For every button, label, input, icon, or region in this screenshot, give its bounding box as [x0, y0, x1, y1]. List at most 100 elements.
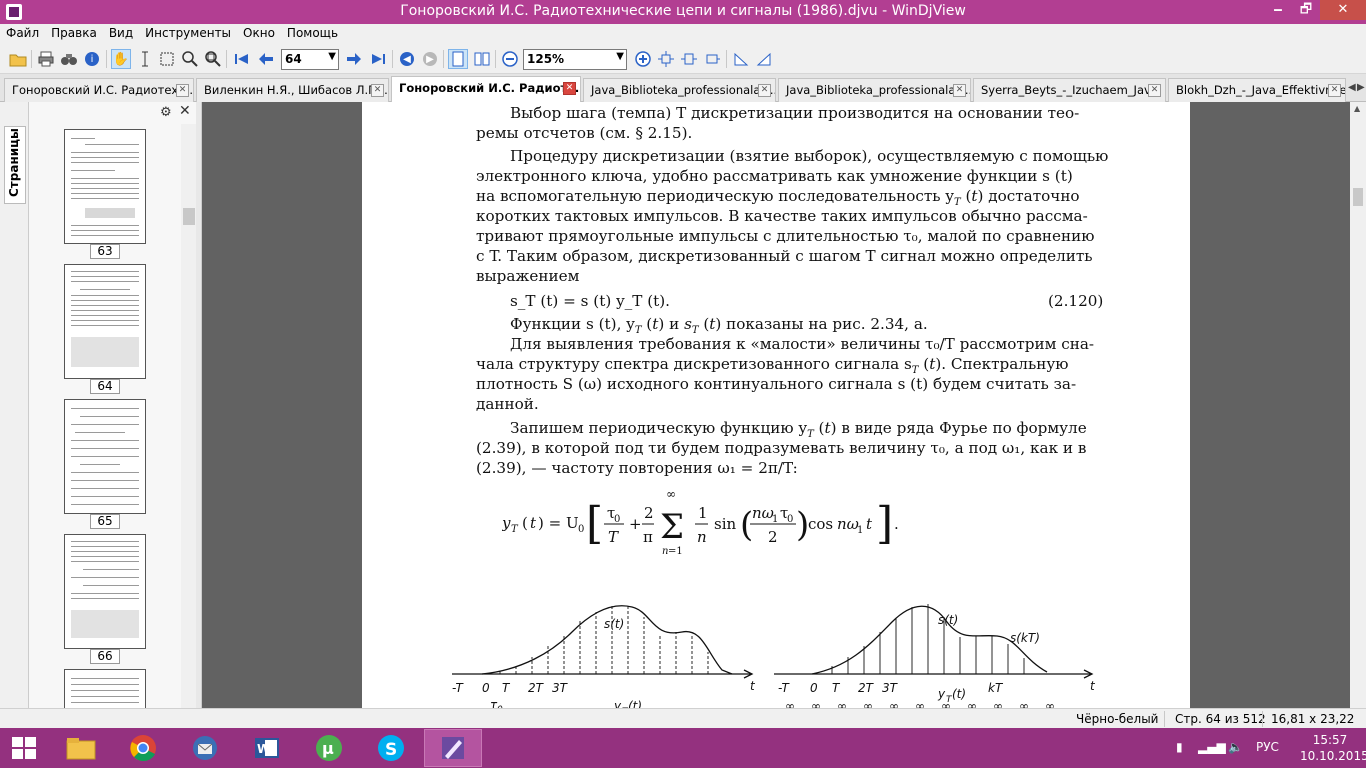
document-scrollbar[interactable]: ▲ — [1350, 102, 1366, 708]
prev-page-icon[interactable] — [256, 49, 276, 69]
tab-gonorovsky-1[interactable]: Гоноровский И.С. Радиотехн... ✕ — [4, 78, 194, 102]
thumbnail-page-63[interactable] — [64, 129, 146, 244]
close-tab-icon[interactable]: ✕ — [758, 84, 771, 97]
print-icon[interactable] — [36, 49, 56, 69]
menu-file[interactable]: Файл — [0, 24, 45, 44]
chevron-down-icon[interactable]: ▼ — [328, 51, 336, 62]
zoom-rect-icon[interactable] — [203, 49, 223, 69]
rotate-left-icon[interactable] — [731, 49, 751, 69]
text-line: ремы отсчетов (см. § 2.15). — [476, 124, 693, 142]
actual-size-icon[interactable] — [702, 49, 722, 69]
close-tab-icon[interactable]: ✕ — [371, 84, 384, 97]
close-button[interactable]: ✕ — [1320, 0, 1366, 20]
chevron-down-icon[interactable]: ▼ — [616, 51, 624, 62]
single-page-icon[interactable] — [448, 49, 468, 69]
svg-text:∞: ∞ — [1019, 699, 1029, 708]
equation-number: (2.120) — [1048, 292, 1104, 310]
utorrent-icon[interactable]: µ — [300, 729, 358, 767]
svg-text:kT: kT — [988, 681, 1004, 695]
thumbnail-page-number: 65 — [90, 514, 120, 529]
zoom-combo[interactable]: 125% ▼ — [523, 49, 627, 70]
back-icon[interactable]: ◀ — [397, 49, 417, 69]
maximize-button[interactable]: 🗗 — [1292, 0, 1320, 20]
text-line-part: Запишем периодическую функцию y — [510, 419, 808, 437]
close-tab-icon[interactable]: ✕ — [1148, 84, 1161, 97]
scrollbar-thumb[interactable] — [1353, 188, 1363, 206]
close-tab-icon[interactable]: ✕ — [953, 84, 966, 97]
find-binoculars-icon[interactable] — [59, 49, 79, 69]
fit-page-icon[interactable] — [656, 49, 676, 69]
document-viewer[interactable]: Выбор шага (темпа) T дискретизации произ… — [202, 102, 1350, 708]
clock-date: 10.10.2015 — [1300, 749, 1366, 763]
volume-icon[interactable]: 🔈 — [1228, 740, 1243, 754]
tab-scroll-right-icon[interactable]: ▶ — [1357, 82, 1365, 93]
text-line-part: чала структуру спектра дискретизованного… — [476, 355, 912, 373]
battery-icon[interactable]: ▮ — [1176, 740, 1183, 754]
scrollbar-thumb[interactable] — [183, 208, 195, 225]
menu-tools[interactable]: Инструменты — [139, 24, 237, 44]
file-explorer-icon[interactable] — [52, 729, 110, 767]
windjview-taskbar-icon[interactable] — [424, 729, 482, 767]
menu-edit[interactable]: Правка — [45, 24, 103, 44]
info-icon[interactable]: i — [82, 49, 102, 69]
close-tab-icon[interactable]: ✕ — [563, 82, 576, 95]
display-mode-status[interactable]: Чёрно-белый — [1076, 712, 1158, 726]
page-number-input[interactable]: 64 ▼ — [281, 49, 339, 70]
svg-text:2: 2 — [768, 528, 778, 546]
text-line-part: на вспомогательную периодическую последо… — [476, 187, 954, 205]
text-line: коротких тактовых импульсов. В качестве … — [476, 207, 1088, 225]
close-tab-icon[interactable]: ✕ — [176, 84, 189, 97]
thumbnails-panel: ⚙ ✕ 63 64 65 66 — [28, 102, 197, 719]
thumbnail-page-64[interactable] — [64, 264, 146, 379]
svg-text:y: y — [502, 514, 511, 532]
word-icon[interactable]: W — [238, 729, 296, 767]
forward-icon[interactable]: ▶ — [420, 49, 440, 69]
facing-pages-icon[interactable] — [472, 49, 492, 69]
thumbnail-page-66[interactable] — [64, 534, 146, 649]
scroll-up-icon[interactable]: ▲ — [1354, 104, 1360, 113]
text-select-icon[interactable] — [135, 49, 155, 69]
fit-width-icon[interactable] — [679, 49, 699, 69]
open-folder-icon[interactable] — [8, 49, 28, 69]
next-page-icon[interactable] — [344, 49, 364, 69]
thunderbird-icon[interactable] — [176, 729, 234, 767]
svg-text:∞: ∞ — [837, 699, 847, 708]
thumbnail-page-65[interactable] — [64, 399, 146, 514]
pan-hand-icon[interactable]: ✋ — [111, 49, 131, 69]
tab-java-biblioteka-2[interactable]: Java_Biblioteka_professionala_... ✕ — [778, 78, 971, 102]
rotate-right-icon[interactable] — [754, 49, 774, 69]
svg-text:3T: 3T — [882, 681, 899, 695]
text-line: тривают прямоугольные импульсы с длитель… — [476, 227, 1095, 245]
zoom-out-icon[interactable] — [500, 49, 520, 69]
last-page-icon[interactable] — [368, 49, 388, 69]
tab-blokh[interactable]: Blokh_Dzh_-_Java_Effektivnoe... ✕ — [1168, 78, 1346, 102]
tab-vilenkin[interactable]: Виленкин Н.Я., Шибасов Л.П.... ✕ — [196, 78, 389, 102]
svg-text:T: T — [832, 681, 841, 695]
thumbnails-scrollbar[interactable] — [181, 124, 197, 708]
close-tab-icon[interactable]: ✕ — [1328, 84, 1341, 97]
clock[interactable]: 15:57 10.10.2015 — [1300, 732, 1366, 764]
zoom-in-icon[interactable] — [633, 49, 653, 69]
tab-scroll-left-icon[interactable]: ◀ — [1348, 82, 1356, 93]
menu-view[interactable]: Вид — [103, 24, 139, 44]
network-signal-icon[interactable]: ▂▄▆ — [1198, 740, 1226, 754]
svg-text:-T: -T — [452, 681, 464, 695]
menu-window[interactable]: Окно — [237, 24, 281, 44]
figure-ref: рис. 2.34, а. — [832, 315, 928, 333]
tab-java-biblioteka-1[interactable]: Java_Biblioteka_professionala_... ✕ — [583, 78, 776, 102]
windows-start-icon[interactable] — [12, 737, 38, 761]
chrome-icon[interactable] — [114, 729, 172, 767]
menu-help[interactable]: Помощь — [281, 24, 344, 44]
gear-icon[interactable]: ⚙ — [160, 105, 172, 120]
fourier-series-formula: yT (t) = U0 [ τ0 T + 2π ∞ Σ n =1 1n sin (… — [502, 487, 899, 557]
tab-syerra-beyts[interactable]: Syerra_Beyts_-_Izuchaem_Jav... ✕ — [973, 78, 1166, 102]
tab-gonorovsky-active[interactable]: Гоноровский И.С. Радиоте... ✕ — [391, 76, 581, 102]
rect-select-icon[interactable] — [157, 49, 177, 69]
minimize-button[interactable]: 🗕 — [1264, 0, 1292, 20]
first-page-icon[interactable] — [232, 49, 252, 69]
keyboard-language[interactable]: РУС — [1256, 740, 1279, 754]
skype-icon[interactable]: S — [362, 729, 420, 767]
zoom-magnifier-icon[interactable] — [180, 49, 200, 69]
close-icon[interactable]: ✕ — [179, 103, 191, 119]
pages-sidebar-tab[interactable]: Страницы — [4, 126, 26, 204]
